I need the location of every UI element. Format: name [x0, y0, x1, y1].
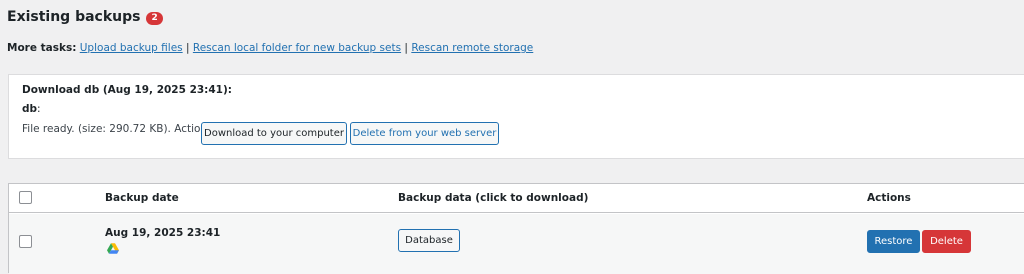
download-panel-title: Download db (Aug 19, 2025 23:41): — [22, 84, 232, 96]
row-select-checkbox[interactable] — [19, 235, 32, 248]
rescan-remote-storage-link[interactable]: Rescan remote storage — [411, 42, 533, 54]
delete-from-server-button[interactable]: Delete from your web server — [350, 122, 499, 145]
page-title: Existing backups — [7, 9, 141, 25]
restore-button[interactable]: Restore — [867, 230, 920, 253]
database-download-button[interactable]: Database — [398, 229, 460, 252]
backups-table: Backup date Backup data (click to downlo… — [8, 183, 1024, 274]
backup-count-badge: 2 — [146, 11, 163, 25]
table-header: Backup date Backup data (click to downlo… — [9, 184, 1024, 213]
column-header-backup-data: Backup data (click to download) — [398, 192, 589, 204]
table-row: Aug 19, 2025 23:41 Database Restore Dele… — [9, 214, 1024, 274]
entity-suffix: : — [37, 103, 41, 115]
select-all-checkbox[interactable] — [19, 191, 32, 204]
separator: | — [185, 42, 190, 54]
upload-backup-files-link[interactable]: Upload backup files — [80, 42, 183, 54]
column-header-backup-date: Backup date — [105, 192, 179, 204]
download-status-text: File ready. (size: 290.72 KB). Actions: — [22, 123, 217, 135]
more-tasks-label: More tasks: — [7, 42, 77, 54]
delete-button[interactable]: Delete — [922, 230, 971, 253]
google-drive-icon — [107, 243, 119, 254]
page-heading: Existing backups 2 — [7, 9, 163, 25]
more-tasks-bar: More tasks: Upload backup files | Rescan… — [7, 42, 533, 54]
rescan-local-folder-link[interactable]: Rescan local folder for new backup sets — [193, 42, 401, 54]
entity-name: db — [22, 103, 38, 115]
separator: | — [404, 42, 408, 54]
download-entity: db: — [22, 103, 41, 115]
download-panel: Download db (Aug 19, 2025 23:41): db: Fi… — [8, 74, 1024, 159]
backup-date: Aug 19, 2025 23:41 — [105, 227, 221, 239]
column-header-actions: Actions — [867, 192, 911, 204]
download-to-computer-button[interactable]: Download to your computer — [201, 122, 347, 145]
